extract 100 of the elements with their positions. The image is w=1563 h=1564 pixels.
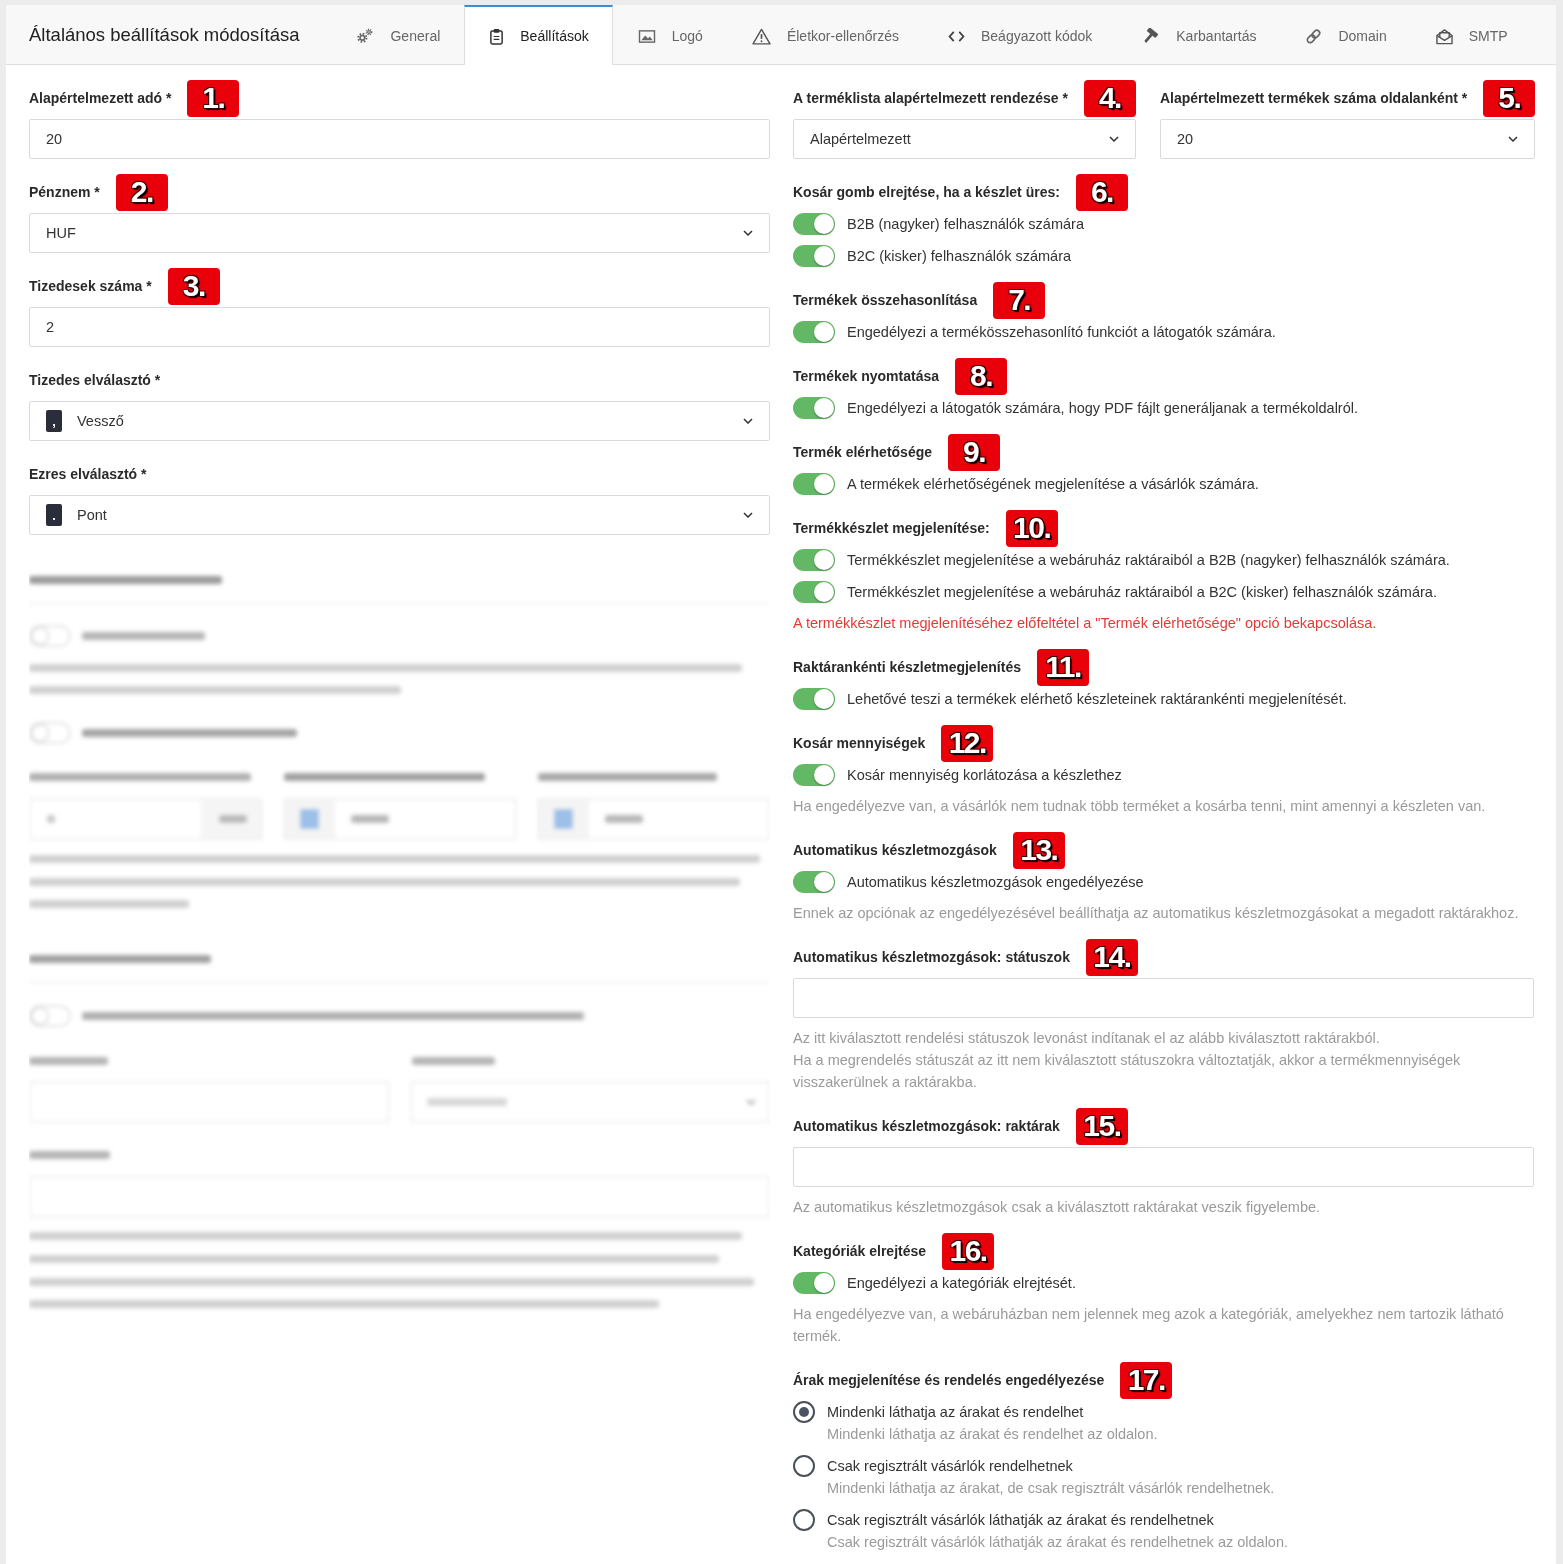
select-dropdown[interactable]: , Vessző [29,401,770,441]
toggle-switch[interactable] [793,321,835,343]
toggle-label: Engedélyezi a termékösszehasonlító funkciót a látogatók számára. [847,324,1276,340]
separator-symbol: , [46,410,62,432]
image-icon [637,28,656,44]
annotation-number: 14. [1085,938,1138,976]
page-title: Általános beállítások módosítása [29,23,300,46]
setting-title: Automatikus készletmozgások: raktárak [793,1118,1060,1134]
field-label: Tizedes elválasztó * [29,372,161,388]
setting-title: Automatikus készletmozgások: státuszok [793,949,1070,965]
input-field[interactable] [793,978,1534,1018]
help-text: Az itt kiválasztott rendelési státuszok levonást indítanak el az alább kiválasztott raktárakból. [793,1029,1381,1048]
select-dropdown[interactable]: 20 [1159,119,1536,159]
toggle-switch[interactable] [793,245,835,267]
settings-tab[interactable]: Beállítások [464,5,613,65]
annotation-number: 7. [993,281,1046,319]
select-dropdown[interactable]: Alapértelmezett [793,119,1136,159]
toggle-switch[interactable] [793,581,835,603]
settings-tab[interactable]: SMTP [1410,5,1532,65]
settings-tab[interactable]: Domain [1280,5,1411,65]
chevron-down-icon [743,230,753,236]
code-icon [948,30,965,42]
toggle-switch[interactable] [793,688,835,710]
annotation-number: 5. [1483,79,1536,117]
setting-title: Árak megjelenítése és rendelés engedélyezése [793,1372,1105,1388]
annotation-number: 16. [942,1232,995,1270]
setting-title: Kosár mennyiségek [793,735,926,751]
settings-tab[interactable]: Életkor-ellenőrzés [726,5,923,65]
envelope-icon [1435,27,1453,45]
annotation-number: 2. [115,173,168,211]
annotation-number: 4. [1083,79,1136,117]
toggle-switch[interactable] [793,549,835,571]
annotation-number: 15. [1075,1107,1128,1145]
chevron-down-icon [1108,136,1119,142]
toggle-label: Termékkészlet megjelenítése a webáruház raktáraiból a B2C (kisker) felhasználók számára. [847,584,1437,600]
field-label: Alapértelmezett adó * [29,90,172,106]
annotation-number: 17. [1120,1361,1173,1399]
option-description: Mindenki láthatja az árakat, de csak regisztrált vásárlók rendelhetnek. [827,1479,1275,1498]
setting-title: Automatikus készletmozgások [793,842,997,858]
settings-tab[interactable]: Karbantartás [1116,5,1281,65]
annotation-number: 12. [941,724,994,762]
toggle-label: Engedélyezi a kategóriák elrejtését. [847,1275,1076,1291]
toggle-switch[interactable] [793,213,835,235]
annotation-number: 1. [187,79,240,117]
toggle-label: Engedélyezi a látogatók számára, hogy PDF fájlt generáljanak a termékoldalról. [847,400,1358,416]
text-input[interactable]: 2 [29,307,770,347]
separator-symbol: . [46,504,62,526]
help-text: Ha a megrendelés státuszát az itt nem kiválasztott státuszokra változtatják, akkor a termékmennyiségek visszakerülnek a raktárakba. [793,1051,1462,1092]
toggle-label: B2C (kisker) felhasználók számára [847,248,1072,264]
annotation-number: 3. [167,267,220,305]
chevron-down-icon [1508,136,1519,142]
annotation-number: 13. [1012,831,1065,869]
toggle-switch[interactable] [793,473,835,495]
option-label: Csak regisztrált vásárlók rendelhetnek [827,1457,1073,1476]
toggle-switch[interactable] [793,1272,835,1294]
toggle-label: Termékkészlet megjelenítése a webáruház raktáraiból a B2B (nagyker) felhasználók számára. [847,552,1450,568]
setting-title: Kategóriák elrejtése [793,1243,927,1259]
settings-tab[interactable]: General [331,5,465,65]
select-dropdown[interactable]: HUF [29,213,770,253]
field-label: Alapértelmezett termékek száma oldalanként * [1159,90,1468,106]
text-input[interactable]: 20 [29,119,770,159]
chevron-down-icon [743,418,753,424]
toggle-label: Kosár mennyiség korlátozása a készlethez [847,767,1122,783]
clipboard-icon [489,27,505,45]
field-label: Pénznem * [29,184,100,200]
warning-text: A termékkészlet megjelenítéséhez előfeltétel a "Termék elérhetősége" opció bekapcsolása. [793,614,1378,633]
input-field[interactable] [793,1147,1534,1187]
toggle-switch[interactable] [793,397,835,419]
toggle-label: Automatikus készletmozgások engedélyezése [847,874,1144,890]
annotation-number: 8. [955,357,1008,395]
field-label: A terméklista alapértelmezett rendezése * [793,90,1068,106]
field-label: Tizedesek száma * [29,278,152,294]
radio-button[interactable] [793,1509,815,1531]
option-description: Mindenki láthatja az árakat és rendelhet az oldalon. [827,1425,1158,1444]
setting-title: Kosár gomb elrejtése, ha a készlet üres: [793,184,1060,200]
setting-title: Raktárankénti készletmegjelenítés [793,659,1021,675]
select-dropdown[interactable]: . Pont [29,495,770,535]
link-icon [1305,27,1323,45]
help-text: Ha engedélyezve van, a vásárlók nem tudnak több terméket a kosárba tenni, mint amennyi a készleten van. [793,797,1487,816]
field-label: Ezres elválasztó * [29,466,147,482]
option-label: Mindenki láthatja az árakat és rendelhet [827,1403,1084,1422]
toggle-switch[interactable] [793,764,835,786]
help-text: Ha engedélyezve van, a webáruházban nem jelennek meg azok a kategóriák, amelyekhez nem tartozik látható termék. [793,1305,1505,1346]
option-label: Csak regisztrált vásárlók láthatják az árakat és rendelhetnek [827,1511,1214,1530]
radio-button[interactable] [793,1455,815,1477]
annotation-number: 6. [1075,173,1128,211]
radio-button[interactable] [793,1401,815,1423]
setting-title: Termékek összehasonlítása [793,292,978,308]
gears-icon [356,28,375,44]
warning-icon [751,27,771,45]
option-description: Csak regisztrált vásárlók láthatják az árakat és rendelhetnek az oldalon. [827,1533,1289,1552]
toggle-label: B2B (nagyker) felhasználók számára [847,216,1084,232]
annotation-number: 9. [948,433,1001,471]
settings-tab[interactable]: Beágyazott kódok [923,5,1117,65]
setting-title: Termék elérhetősége [793,444,933,460]
setting-title: Termékek nyomtatása [793,368,940,384]
annotation-number: 11. [1037,648,1089,686]
settings-tab[interactable]: Logó [612,5,727,65]
toggle-label: Lehetővé teszi a termékek elérhető készleteinek raktárankénti megjelenítését. [847,691,1347,707]
toggle-switch[interactable] [793,871,835,893]
